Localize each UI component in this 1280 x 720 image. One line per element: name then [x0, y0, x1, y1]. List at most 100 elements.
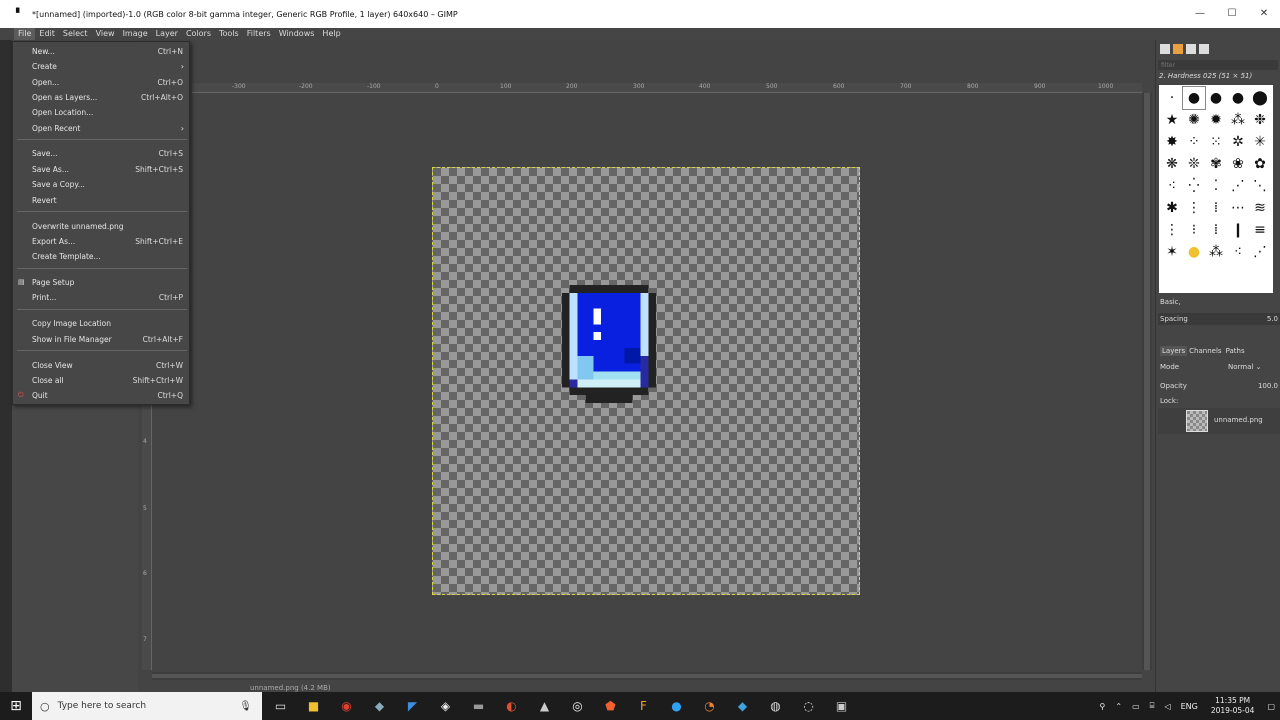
- brush-item[interactable]: ⁙: [1205, 131, 1227, 153]
- notifications-icon[interactable]: ▢: [1267, 702, 1275, 711]
- brush-item[interactable]: ⁛: [1183, 175, 1205, 197]
- brush-item[interactable]: ✸: [1161, 131, 1183, 153]
- brush-item[interactable]: ●: [1205, 87, 1227, 109]
- brush-item[interactable]: ⋰: [1227, 175, 1249, 197]
- brush-item[interactable]: ⋯: [1227, 197, 1249, 219]
- volume-icon[interactable]: ◁: [1164, 702, 1170, 711]
- menu-help[interactable]: Help: [318, 28, 344, 40]
- brush-item[interactable]: ●: [1182, 86, 1206, 110]
- patterns-tab[interactable]: [1173, 44, 1183, 54]
- brush-item[interactable]: ❋: [1161, 153, 1183, 175]
- brush-item[interactable]: ⁖: [1227, 241, 1249, 263]
- menu-windows[interactable]: Windows: [275, 28, 319, 40]
- windows-start-icon[interactable]: ⊞: [0, 692, 32, 720]
- menu-item-create[interactable]: Create ›: [13, 59, 189, 74]
- menu-view[interactable]: View: [92, 28, 119, 40]
- brush-grid[interactable]: · ● ● ● ⬤ ★ ✺ ✹ ⁂ ❉ ✸ ⁘ ⁙ ✲ ✳ ❋ ❊ ✾ ❀ ✿ ⁖ ⁛ ⁚ ⋰ ⋱ ✱ ⋮ ⁞ ⋯ ≋ ⋮ ⁝ ⁞ ❙…: [1159, 85, 1273, 293]
- menu-item-open-location[interactable]: Open Location...: [13, 105, 189, 120]
- brush-item[interactable]: ✶: [1161, 241, 1183, 263]
- maximize-button[interactable]: ☐: [1216, 0, 1248, 28]
- menu-item-save-as[interactable]: Save As... Shift+Ctrl+S: [13, 162, 189, 177]
- layer-name[interactable]: unnamed.png: [1214, 416, 1263, 424]
- brush-item[interactable]: ●: [1183, 241, 1205, 263]
- horizontal-ruler[interactable]: -300 -200 -100 0 100 200 300 400 500 600…: [192, 83, 1142, 93]
- menu-item-quit[interactable]: ⏻ Quit Ctrl+Q: [13, 388, 189, 403]
- brush-item[interactable]: ⁞: [1205, 197, 1227, 219]
- chrome-icon[interactable]: ◉: [330, 692, 363, 720]
- brush-item[interactable]: ⁝: [1183, 219, 1205, 241]
- brush-filter-input[interactable]: [1158, 60, 1278, 70]
- menu-item-open[interactable]: Open... Ctrl+O: [13, 75, 189, 90]
- brush-tag[interactable]: Basic,: [1160, 298, 1181, 306]
- brush-item[interactable]: ★: [1161, 109, 1183, 131]
- brush-item[interactable]: ❙: [1227, 219, 1249, 241]
- inkscape-icon[interactable]: ▲: [528, 692, 561, 720]
- brush-item[interactable]: ⁂: [1205, 241, 1227, 263]
- brush-item[interactable]: ⁞: [1205, 219, 1227, 241]
- brush-item[interactable]: ✱: [1161, 197, 1183, 219]
- tab-layers[interactable]: Layers: [1160, 346, 1188, 356]
- gimp-taskbar-icon[interactable]: ▣: [825, 692, 858, 720]
- brush-item[interactable]: ⬤: [1249, 87, 1271, 109]
- taskbar-search[interactable]: ○ Type here to search 🎙: [32, 692, 262, 720]
- brush-item[interactable]: ✲: [1227, 131, 1249, 153]
- horizontal-scrollbar[interactable]: [152, 672, 1142, 680]
- vertical-scrollbar[interactable]: [1142, 93, 1152, 670]
- menu-item-close-view[interactable]: Close View Ctrl+W: [13, 358, 189, 373]
- menu-item-open-recent[interactable]: Open Recent ›: [13, 121, 189, 136]
- menu-file[interactable]: File: [14, 28, 36, 40]
- brush-item[interactable]: ≋: [1249, 197, 1271, 219]
- app-icon[interactable]: ◎: [561, 692, 594, 720]
- brush-item[interactable]: ❀: [1227, 153, 1249, 175]
- document-tab[interactable]: [1199, 44, 1209, 54]
- menu-item-show-in-file-manager[interactable]: Show in File Manager Ctrl+Alt+F: [13, 332, 189, 347]
- menu-item-revert[interactable]: Revert: [13, 193, 189, 208]
- brush-item[interactable]: ⋱: [1249, 175, 1271, 197]
- brush-item[interactable]: ⋮: [1183, 197, 1205, 219]
- app-icon[interactable]: ◆: [363, 692, 396, 720]
- opacity-slider[interactable]: Opacity 100.0: [1160, 382, 1280, 390]
- brushes-tab[interactable]: [1160, 44, 1170, 54]
- brush-item[interactable]: ⋮: [1161, 219, 1183, 241]
- davinci-icon[interactable]: ◍: [759, 692, 792, 720]
- unity-icon[interactable]: ◈: [429, 692, 462, 720]
- menu-item-print[interactable]: Print... Ctrl+P: [13, 290, 189, 305]
- app-icon[interactable]: ▬: [462, 692, 495, 720]
- menu-item-page-setup[interactable]: ▤ Page Setup: [13, 275, 189, 290]
- brush-item[interactable]: ⁘: [1183, 131, 1205, 153]
- blender-icon[interactable]: ◔: [693, 692, 726, 720]
- brush-item[interactable]: ❊: [1183, 153, 1205, 175]
- menu-item-copy-location[interactable]: Copy Image Location: [13, 316, 189, 331]
- battery-icon[interactable]: ▭: [1132, 702, 1140, 711]
- menu-tools[interactable]: Tools: [215, 28, 243, 40]
- menu-item-save[interactable]: Save... Ctrl+S: [13, 146, 189, 161]
- people-icon[interactable]: ⚲: [1100, 702, 1106, 711]
- chevron-up-icon[interactable]: ⌃: [1115, 702, 1122, 711]
- app-icon[interactable]: ◆: [726, 692, 759, 720]
- brush-item[interactable]: ✿: [1249, 153, 1271, 175]
- brave-icon[interactable]: ⬟: [594, 692, 627, 720]
- menu-item-create-template[interactable]: Create Template...: [13, 249, 189, 264]
- app-icon[interactable]: ◌: [792, 692, 825, 720]
- menu-filters[interactable]: Filters: [243, 28, 275, 40]
- task-view-icon[interactable]: ▭: [264, 692, 297, 720]
- brush-item[interactable]: ✾: [1205, 153, 1227, 175]
- menu-item-save-copy[interactable]: Save a Copy...: [13, 177, 189, 192]
- network-icon[interactable]: ⌸: [1150, 701, 1155, 711]
- mode-select[interactable]: Normal ⌄: [1228, 363, 1261, 371]
- tab-paths[interactable]: Paths: [1224, 346, 1247, 356]
- menu-item-close-all[interactable]: Close all Shift+Ctrl+W: [13, 373, 189, 388]
- clock[interactable]: 11:35 PM 2019-05-04: [1211, 696, 1255, 716]
- brush-item[interactable]: ⁖: [1161, 175, 1183, 197]
- minimize-button[interactable]: —: [1184, 0, 1216, 28]
- menu-select[interactable]: Select: [59, 28, 92, 40]
- close-button[interactable]: ✕: [1248, 0, 1280, 28]
- menu-item-export-as[interactable]: Export As... Shift+Ctrl+E: [13, 234, 189, 249]
- brush-item[interactable]: ✹: [1205, 109, 1227, 131]
- brush-item[interactable]: ●: [1227, 87, 1249, 109]
- menu-image[interactable]: Image: [119, 28, 152, 40]
- spacing-slider[interactable]: Spacing 5.0: [1158, 313, 1280, 325]
- menu-item-new[interactable]: New... Ctrl+N: [13, 44, 189, 59]
- app-icon[interactable]: ●: [660, 692, 693, 720]
- brush-item[interactable]: ≡: [1249, 219, 1271, 241]
